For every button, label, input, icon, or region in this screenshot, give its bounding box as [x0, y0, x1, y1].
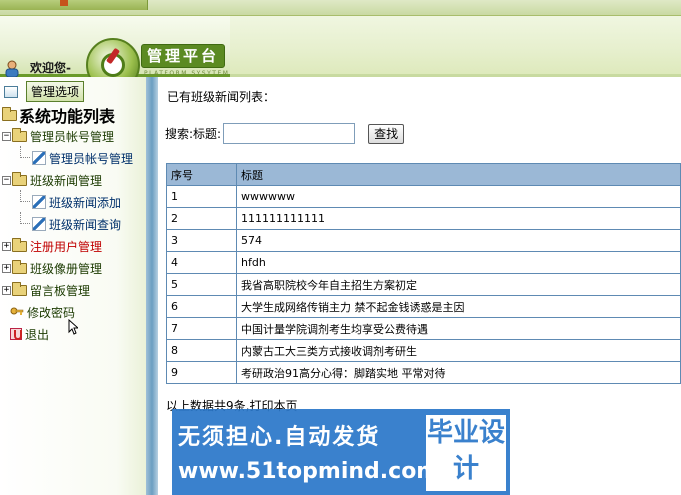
- folder-icon: [12, 259, 27, 274]
- list-caption: 已有班级新闻列表：: [167, 90, 276, 104]
- collapse-icon[interactable]: −: [2, 131, 11, 141]
- brand-subtitle: PLATFORM SYSYTEM: [144, 70, 230, 77]
- row-index: 8: [166, 339, 237, 362]
- tree-node-label[interactable]: 班级像册管理: [30, 260, 102, 277]
- tree-node-label[interactable]: 班级新闻管理: [30, 172, 102, 189]
- row-index: 5: [166, 273, 237, 296]
- collapse-icon[interactable]: −: [2, 175, 11, 185]
- tree-node-registered-users[interactable]: + 注册用户管理: [0, 235, 146, 257]
- function-tree: − 管理员帐号管理 管理员帐号管理 − 班级新闻管理 班级新闻添加 班级新闻查询…: [0, 125, 146, 345]
- search-input[interactable]: [223, 123, 356, 144]
- column-header-index: 序号: [166, 163, 237, 186]
- row-index: 6: [166, 295, 237, 318]
- tree-node-class-news[interactable]: − 班级新闻管理: [0, 169, 146, 191]
- row-index: 1: [166, 185, 237, 208]
- menu-header: 管理选项: [4, 81, 85, 102]
- row-title[interactable]: wwwwww: [236, 185, 681, 208]
- expand-icon[interactable]: +: [2, 263, 11, 273]
- row-title[interactable]: 我省高职院校今年自主招生方案初定: [236, 273, 681, 296]
- row-index: 4: [166, 251, 237, 274]
- tree-connector: [20, 190, 30, 202]
- tree-connector: [20, 212, 30, 224]
- tree-item-admin-account-manage[interactable]: 管理员帐号管理: [0, 146, 146, 169]
- tree-item-label[interactable]: 管理员帐号管理: [49, 150, 133, 167]
- row-title[interactable]: 111111111111: [236, 207, 681, 230]
- window-tab-strip: [0, 0, 681, 16]
- row-title[interactable]: 574: [236, 229, 681, 252]
- tree-connector: [20, 146, 30, 158]
- table-row[interactable]: 7 中国计量学院调剂考生均享受公费待遇: [166, 317, 681, 340]
- exit-icon: [10, 328, 22, 340]
- row-title[interactable]: hfdh: [236, 251, 681, 274]
- folder-icon: [12, 281, 27, 296]
- table-row[interactable]: 4 hfdh: [166, 251, 681, 274]
- table-row[interactable]: 3 574: [166, 229, 681, 252]
- tree-node-label[interactable]: 管理员帐号管理: [30, 128, 114, 145]
- row-index: 7: [166, 317, 237, 340]
- tree-title: 系统功能列表: [2, 103, 115, 127]
- row-title[interactable]: 内蒙古工大三类方式接收调剂考研生: [236, 339, 681, 362]
- tree-item-label[interactable]: 班级新闻查询: [49, 216, 121, 233]
- tree-node-admin-accounts[interactable]: − 管理员帐号管理: [0, 125, 146, 147]
- tree-item-label[interactable]: 班级新闻添加: [49, 194, 121, 211]
- row-title[interactable]: 中国计量学院调剂考生均享受公费待遇: [236, 317, 681, 340]
- folder-icon: [12, 171, 27, 186]
- sidebar: 管理选项 系统功能列表 − 管理员帐号管理 管理员帐号管理 − 班级新闻管理 班…: [0, 77, 146, 495]
- expand-icon[interactable]: +: [2, 241, 11, 251]
- table-row[interactable]: 2 111111111111: [166, 207, 681, 230]
- user-icon: [5, 60, 19, 78]
- table-row[interactable]: 8 内蒙古工大三类方式接收调剂考研生: [166, 339, 681, 362]
- tree-title-label: 系统功能列表: [19, 107, 116, 126]
- edit-icon: [32, 151, 46, 165]
- row-index: 9: [166, 361, 237, 384]
- watermark-box: 毕业设计: [426, 415, 506, 491]
- news-table: 序号 标题 1 wwwwww 2 111111111111 3 574 4 hfdh 5…: [166, 163, 681, 384]
- search-button[interactable]: 查找: [368, 123, 405, 144]
- row-index: 3: [166, 229, 237, 252]
- row-index: 2: [166, 207, 237, 230]
- table-header-row: 序号 标题: [166, 163, 681, 186]
- edit-icon: [32, 217, 46, 231]
- menu-icon: [4, 85, 18, 98]
- tree-item-news-add[interactable]: 班级新闻添加: [0, 190, 146, 213]
- welcome-text: 欢迎您-: [30, 61, 71, 75]
- watermark-line1: 无须担心.自动发货: [178, 425, 381, 450]
- tree-item-news-query[interactable]: 班级新闻查询: [0, 212, 146, 235]
- search-bar: 搜索:标题: 查找: [165, 123, 405, 144]
- row-title[interactable]: 大学生成网络传销主力 禁不起金钱诱惑是主因: [236, 295, 681, 318]
- tab-icon: [60, 0, 68, 6]
- table-row[interactable]: 1 wwwwww: [166, 185, 681, 208]
- tree-item-label[interactable]: 修改密码: [27, 304, 75, 321]
- header-decoration: [230, 16, 681, 77]
- watermark-line2: www.51topmind.com: [178, 459, 440, 484]
- table-row[interactable]: 5 我省高职院校今年自主招生方案初定: [166, 273, 681, 296]
- header: 欢迎您- 管理平台 PLATFORM SYSYTEM: [0, 16, 681, 92]
- table-row[interactable]: 6 大学生成网络传销主力 禁不起金钱诱惑是主因: [166, 295, 681, 318]
- expand-icon[interactable]: +: [2, 285, 11, 295]
- brand-title: 管理平台: [141, 44, 225, 68]
- watermark-banner: 无须担心.自动发货 www.51topmind.com 毕业设计: [172, 409, 510, 495]
- tree-node-class-album[interactable]: + 班级像册管理: [0, 257, 146, 279]
- search-label: 搜索:标题:: [165, 127, 222, 141]
- menu-options-button[interactable]: 管理选项: [26, 81, 85, 102]
- key-icon: [10, 307, 24, 315]
- edit-icon: [32, 195, 46, 209]
- browser-tab[interactable]: [0, 0, 148, 10]
- tree-node-label[interactable]: 留言板管理: [30, 282, 90, 299]
- column-header-title: 标题: [236, 163, 681, 186]
- table-row[interactable]: 9 考研政治91高分心得：脚踏实地 平常对待: [166, 361, 681, 384]
- tree-node-label[interactable]: 注册用户管理: [30, 238, 102, 255]
- sidebar-splitter[interactable]: [146, 77, 158, 495]
- folder-icon: [2, 106, 17, 121]
- folder-icon: [12, 237, 27, 252]
- folder-icon: [12, 127, 27, 142]
- tree-node-guestbook[interactable]: + 留言板管理: [0, 279, 146, 301]
- mouse-cursor-icon: [68, 319, 78, 335]
- row-title[interactable]: 考研政治91高分心得：脚踏实地 平常对待: [236, 361, 681, 384]
- tree-item-label[interactable]: 退出: [25, 326, 49, 343]
